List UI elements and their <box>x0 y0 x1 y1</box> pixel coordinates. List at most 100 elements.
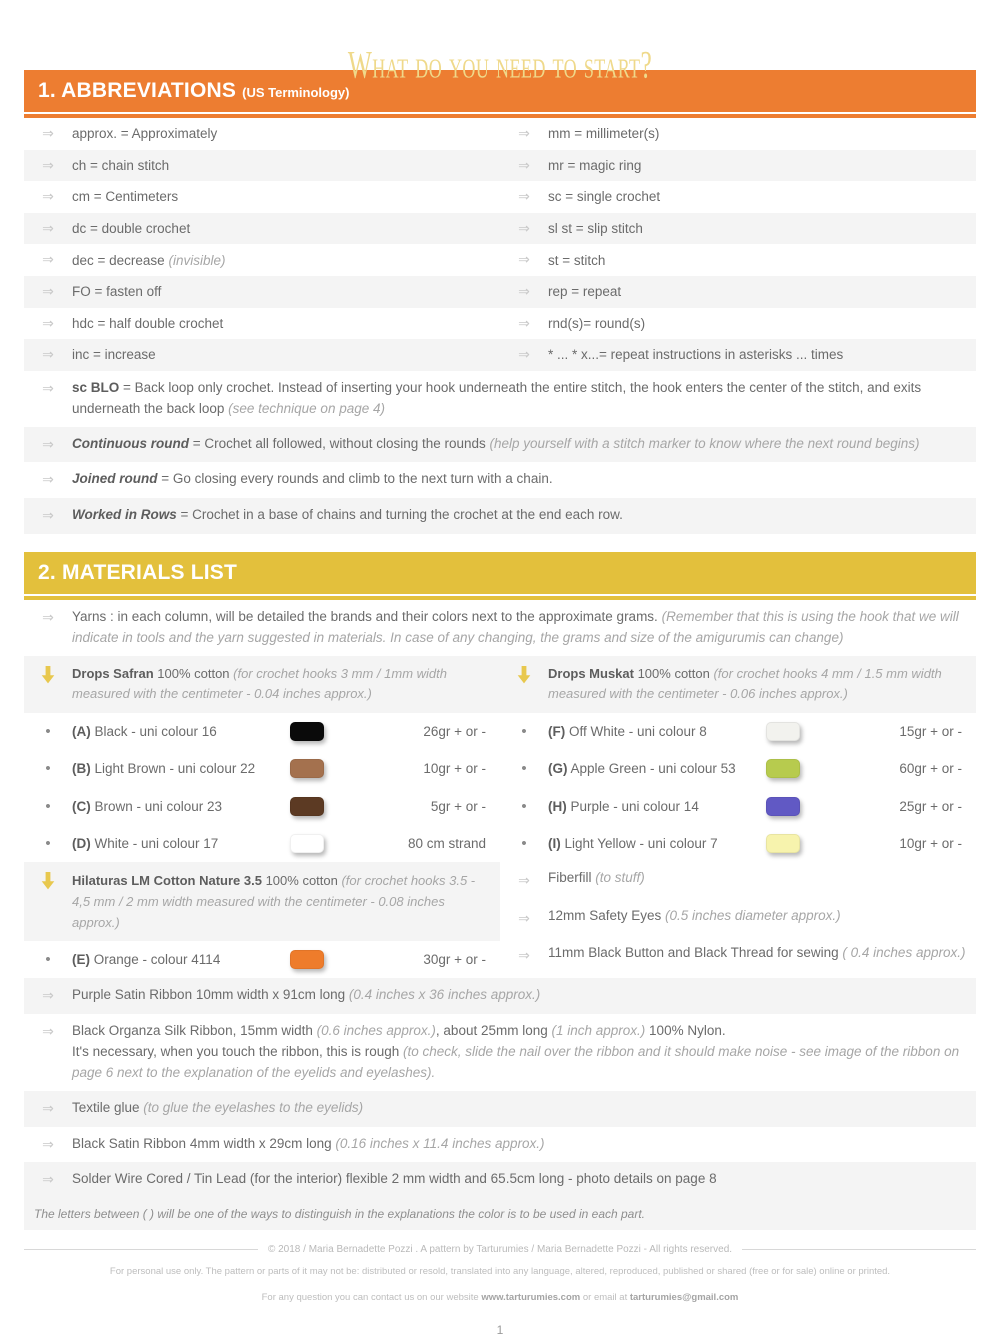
footer-contact: For any question you can contact us on o… <box>40 1289 960 1307</box>
abbreviation-text: * ... * x...= repeat instructions in ast… <box>548 347 844 363</box>
brand-header-row: Drops Muskat 100% cotton (for crochet ho… <box>500 655 976 714</box>
yarn-grams: 5gr + or - <box>430 798 486 814</box>
brand-name: Drops Muskat <box>548 665 634 681</box>
arrow-icon: ⇒ <box>42 1171 54 1188</box>
term-note: (see technique on page 4) <box>228 400 385 416</box>
pattern-page: What do you need to start? 1. ABBREVIATI… <box>0 0 1000 1337</box>
bullet-icon: • <box>521 723 527 741</box>
color-swatch-wrap <box>290 833 376 853</box>
yarn-row: • (A) Black - uni colour 16 26gr + or - <box>24 713 500 751</box>
arrow-icon: ⇒ <box>518 872 530 889</box>
abbreviation-text: inc = increase <box>72 347 156 363</box>
color-swatch <box>290 950 324 970</box>
material-item-text: 12mm Safety Eyes (0.5 inches diameter ap… <box>548 907 841 923</box>
section-header-materials: 2. MATERIALS LIST <box>24 551 976 594</box>
color-swatch-wrap <box>290 796 376 816</box>
material-item-row: ⇒ Black Satin Ribbon 4mm width x 29cm lon… <box>24 1126 976 1163</box>
abbreviation-long-row: ⇒ Joined round = Go closing every rounds … <box>24 462 976 498</box>
yarn-grams: 80 cm strand <box>407 835 486 851</box>
color-swatch-wrap <box>766 833 852 853</box>
color-swatch <box>290 833 324 853</box>
yarn-label: (E) Orange - colour 4114 <box>72 952 221 968</box>
materials-footnote: The letters between ( ) will be one of t… <box>24 1198 976 1230</box>
material-item-note: (1 inch approx.) <box>551 1023 646 1039</box>
abbreviation-item-right: ⇒ rep = repeat <box>500 276 976 308</box>
materials-intro-rows: ⇒ Yarns : in each column, will be detail… <box>24 599 976 656</box>
abbreviation-item-right: ⇒ mm = millimeter(s) <box>500 118 976 150</box>
arrow-icon: ⇒ <box>518 947 530 964</box>
abbreviation-text: dec = decrease (invisible) <box>72 252 226 268</box>
yarn-row: • (B) Light Brown - uni colour 22 10gr + o… <box>24 750 500 788</box>
yarn-label: (B) Light Brown - uni colour 22 <box>72 761 256 777</box>
arrow-icon: ⇒ <box>42 506 54 523</box>
abbreviation-long-row: ⇒ Continuous round = Crochet all followed… <box>24 426 976 463</box>
material-item-note: (to stuff) <box>595 870 645 886</box>
arrow-icon: ⇒ <box>42 379 54 396</box>
material-item-note: ( 0.4 inches approx.) <box>842 945 966 961</box>
color-swatch-wrap <box>766 722 852 742</box>
brand-column: Drops Muskat 100% cotton (for crochet ho… <box>500 655 976 863</box>
yarn-letter: (H) <box>548 798 567 814</box>
yarn-letter: (C) <box>72 798 91 814</box>
materials-intro-row: ⇒ Yarns : in each column, will be detail… <box>24 599 976 656</box>
bullet-icon: • <box>45 797 51 815</box>
bullet-icon: • <box>45 723 51 741</box>
yarn-grams: 60gr + or - <box>899 761 962 777</box>
arrow-icon: ⇒ <box>518 188 530 205</box>
color-swatch-wrap <box>290 759 376 779</box>
yarn-row: • (I) Light Yellow - uni colour 7 10gr + o… <box>500 824 976 863</box>
color-swatch <box>766 833 800 853</box>
abbreviation-row: ⇒ FO = fasten off ⇒ rep = repeat <box>24 275 976 308</box>
bullet-icon: • <box>45 760 51 778</box>
arrow-icon: ⇒ <box>518 219 530 236</box>
abbreviation-text: ch = chain stitch <box>72 157 170 173</box>
material-item-text: Purple Satin Ribbon 10mm width x 91cm lo… <box>72 987 541 1003</box>
yarn-row: • (D) White - uni colour 17 80 cm strand <box>24 824 500 863</box>
term-label: sc BLO <box>72 379 120 395</box>
color-swatch-wrap <box>290 950 376 970</box>
abbreviation-row: ⇒ inc = increase ⇒ * ... * x...= repeat ins… <box>24 339 976 371</box>
material-item-text: Black Satin Ribbon 4mm width x 29cm long… <box>72 1135 545 1151</box>
abbreviation-row: ⇒ dc = double crochet ⇒ sl st = slip stitch <box>24 212 976 245</box>
brand-header-row: Hilaturas LM Cotton Nature 3.5 100% cott… <box>24 862 500 941</box>
abbreviation-long-row: ⇒ sc BLO = Back loop only crochet. Instea… <box>24 370 976 427</box>
arrow-icon: ⇒ <box>518 251 530 268</box>
yarn-label: (H) Purple - uni colour 14 <box>548 798 699 814</box>
color-swatch <box>290 759 324 779</box>
page-number: 1 <box>496 1323 504 1337</box>
arrow-icon: ⇒ <box>518 156 530 173</box>
yarn-letter: (E) <box>72 952 90 968</box>
material-item-row: ⇒ Black Organza Silk Ribbon, 15mm width (… <box>24 1014 976 1091</box>
arrow-icon: ⇒ <box>518 125 530 141</box>
footer-copyright: © 2018 / Maria Bernadette Pozzi . A patt… <box>267 1244 733 1255</box>
brand-header-text: Drops Muskat 100% cotton (for crochet ho… <box>548 665 942 702</box>
yarn-letter: (D) <box>72 835 91 851</box>
abbreviation-text: st = stitch <box>548 252 606 268</box>
abbreviation-long-text: Joined round = Go closing every rounds a… <box>72 471 553 487</box>
brand-header-row: Drops Safran 100% cotton (for crochet ho… <box>24 655 500 714</box>
term-label: Joined round <box>72 471 158 487</box>
abbreviation-row: ⇒ ch = chain stitch ⇒ mr = magic ring <box>24 149 976 182</box>
material-item-note: (0.6 inches approx.) <box>316 1023 436 1039</box>
material-item-row: ⇒ Purple Satin Ribbon 10mm width x 91cm l… <box>24 978 976 1015</box>
color-swatch <box>766 796 800 816</box>
download-arrow-icon <box>24 870 72 933</box>
abbreviation-item-left: ⇒ dec = decrease (invisible) <box>24 244 500 276</box>
color-swatch <box>290 722 324 742</box>
yarn-letter: (A) <box>72 724 91 740</box>
term-note: (help yourself with a stitch marker to k… <box>489 435 920 451</box>
material-item-row: ⇒ 11mm Black Button and Black Thread for … <box>500 937 976 975</box>
abbreviation-item-left: ⇒ ch = chain stitch <box>24 150 500 182</box>
bullet-icon: • <box>45 951 51 969</box>
color-swatch-wrap <box>766 796 852 816</box>
arrow-icon: ⇒ <box>518 909 530 926</box>
third-brand-column: Hilaturas LM Cotton Nature 3.5 100% cott… <box>24 862 500 979</box>
abbreviations-grid: ⇒ approx. = Approximately ⇒ mm = millimeter… <box>24 118 976 371</box>
material-item-note: (0.16 inches x 11.4 inches approx.) <box>335 1135 545 1151</box>
divider-right <box>742 1249 977 1250</box>
abbreviation-row: ⇒ dec = decrease (invisible) ⇒ st = stitch <box>24 244 976 276</box>
bullet-icon: • <box>45 834 51 852</box>
materials-other-items: ⇒ Purple Satin Ribbon 10mm width x 91cm l… <box>24 978 976 1198</box>
arrow-icon: ⇒ <box>42 608 54 625</box>
abbreviation-item-left: ⇒ cm = Centimeters <box>24 181 500 213</box>
